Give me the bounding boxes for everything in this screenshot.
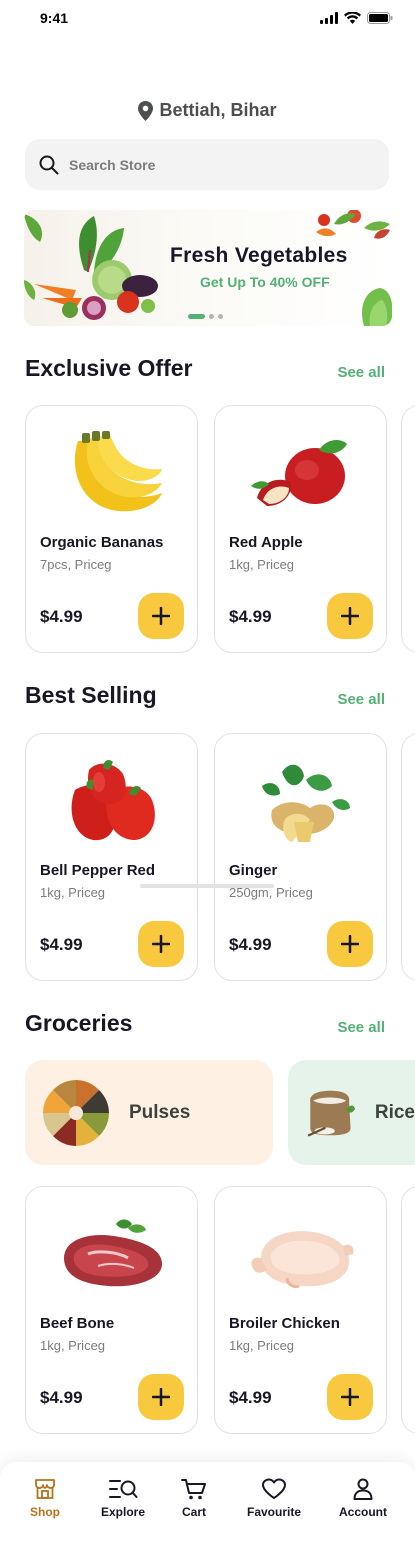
see-all-groceries-link[interactable]: See all — [337, 1019, 385, 1036]
account-icon — [353, 1478, 373, 1500]
promo-banner[interactable]: Fresh Vegetables Get Up To 40% OFF — [24, 210, 392, 326]
carousel-dot[interactable] — [209, 314, 214, 319]
carousel-dot[interactable] — [218, 314, 223, 319]
see-all-exclusive-link[interactable]: See all — [337, 364, 385, 381]
product-detail: 1kg, Priceg — [229, 557, 295, 572]
nav-label: Cart — [181, 1505, 206, 1519]
bell-pepper-image — [46, 752, 179, 852]
category-label: Pulses — [129, 1101, 191, 1123]
section-title-groceries: Groceries — [25, 1010, 133, 1036]
status-icons — [320, 12, 393, 24]
banner-title: Fresh Vegetables — [170, 244, 348, 267]
product-price: $4.99 — [229, 607, 272, 626]
status-bar: 9:41 — [0, 0, 415, 40]
product-detail: 1kg, Priceg — [229, 1338, 295, 1353]
product-card[interactable]: Red Apple 1kg, Priceg $4.99 — [214, 405, 387, 653]
beef-bone-image — [46, 1205, 179, 1305]
bottom-navigation: Shop Explore Cart Favourite Account — [0, 1462, 415, 1553]
add-to-cart-button[interactable] — [138, 921, 184, 967]
rice-image — [307, 1090, 355, 1136]
product-card-partial[interactable] — [401, 405, 415, 653]
location-display[interactable]: Bettiah, Bihar — [0, 100, 415, 121]
add-to-cart-button[interactable] — [327, 593, 373, 639]
product-card[interactable]: Broiler Chicken 1kg, Priceg $4.99 — [214, 1186, 387, 1434]
nav-label: Favourite — [247, 1505, 302, 1519]
product-price: $4.99 — [40, 607, 83, 626]
banner-subtitle: Get Up To 40% OFF — [200, 274, 330, 290]
plus-icon — [152, 607, 170, 625]
product-card[interactable]: Bell Pepper Red 1kg, Priceg $4.99 — [25, 733, 198, 981]
banana-image — [46, 424, 179, 524]
battery-icon — [367, 12, 393, 24]
cart-icon — [181, 1479, 206, 1500]
product-price: $4.99 — [229, 935, 272, 954]
nav-label: Shop — [30, 1505, 60, 1519]
apple-image — [235, 424, 368, 524]
add-to-cart-button[interactable] — [138, 1374, 184, 1420]
search-icon — [39, 155, 59, 174]
product-name: Ginger — [229, 862, 278, 879]
product-name: Organic Bananas — [40, 534, 164, 551]
pulses-image — [43, 1079, 109, 1146]
product-detail: 7pcs, Priceg — [40, 557, 112, 572]
category-label: Rice — [374, 1101, 415, 1123]
product-name: Beef Bone — [40, 1315, 115, 1332]
search-input[interactable] — [69, 156, 359, 173]
broiler-chicken-image — [235, 1205, 368, 1305]
product-price: $4.99 — [40, 1388, 83, 1407]
nav-label: Account — [339, 1505, 387, 1519]
status-time: 9:41 — [40, 10, 69, 26]
product-card-partial[interactable] — [401, 733, 415, 981]
add-to-cart-button[interactable] — [327, 921, 373, 967]
product-name: Red Apple — [229, 534, 303, 551]
product-card[interactable]: Ginger 250gm, Priceg $4.99 — [214, 733, 387, 981]
signal-icon — [320, 12, 338, 24]
nav-account[interactable]: Account — [339, 1478, 387, 1519]
plus-icon — [341, 1388, 359, 1406]
product-card[interactable]: Organic Bananas 7pcs, Priceg $4.99 — [25, 405, 198, 653]
add-to-cart-button[interactable] — [138, 593, 184, 639]
product-price: $4.99 — [40, 935, 83, 954]
plus-icon — [341, 607, 359, 625]
section-title-best-selling: Best Selling — [25, 682, 157, 708]
location-text: Bettiah, Bihar — [159, 100, 277, 120]
plus-icon — [152, 1388, 170, 1406]
product-card-partial[interactable] — [401, 1186, 415, 1434]
nav-label: Explore — [101, 1505, 146, 1519]
vegetables-image — [24, 210, 392, 326]
category-card-rice[interactable]: Rice — [288, 1060, 415, 1165]
plus-icon — [341, 935, 359, 953]
nav-explore[interactable]: Explore — [101, 1478, 145, 1519]
shop-icon — [35, 1479, 55, 1499]
add-to-cart-button[interactable] — [327, 1374, 373, 1420]
carousel-dot-active[interactable] — [188, 314, 205, 319]
carousel-dots[interactable] — [188, 314, 223, 319]
search-bar[interactable] — [25, 139, 389, 190]
explore-icon — [109, 1480, 138, 1498]
product-detail: 1kg, Priceg — [40, 885, 106, 900]
plus-icon — [152, 935, 170, 953]
nav-shop[interactable]: Shop — [30, 1478, 60, 1519]
product-price: $4.99 — [229, 1388, 272, 1407]
product-card[interactable]: Beef Bone 1kg, Priceg $4.99 — [25, 1186, 198, 1434]
ginger-image — [235, 752, 368, 852]
section-title-exclusive: Exclusive Offer — [25, 355, 193, 381]
product-name: Bell Pepper Red — [40, 862, 156, 879]
product-detail: 1kg, Priceg — [40, 1338, 106, 1353]
scroll-indicator — [140, 884, 274, 888]
product-name: Broiler Chicken — [229, 1315, 340, 1332]
category-card-pulses[interactable]: Pulses — [25, 1060, 273, 1165]
wifi-icon — [344, 12, 361, 24]
nav-cart[interactable]: Cart — [181, 1478, 207, 1519]
location-pin-icon — [138, 100, 154, 121]
heart-icon — [262, 1478, 286, 1499]
nav-favourite[interactable]: Favourite — [247, 1478, 301, 1519]
see-all-best-selling-link[interactable]: See all — [337, 691, 385, 708]
